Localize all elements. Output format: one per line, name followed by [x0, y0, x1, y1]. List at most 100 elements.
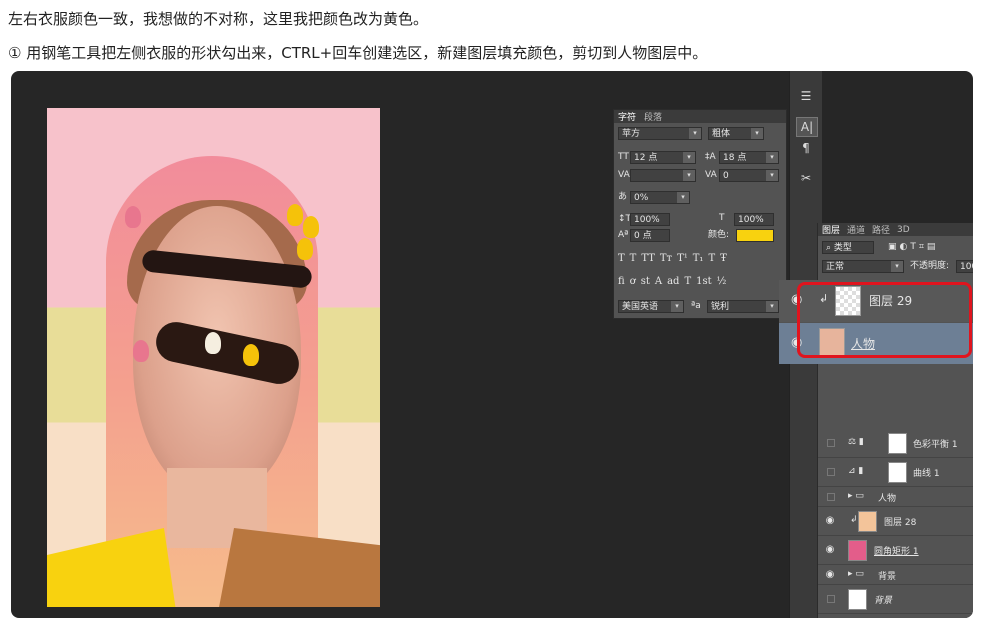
leading-value: 18 点 — [723, 153, 747, 163]
tab-channels[interactable]: 通道 — [847, 223, 865, 236]
fractions-button[interactable]: ½ — [717, 276, 727, 287]
proportional-spacing-select[interactable]: 0% ▾ — [630, 191, 690, 204]
visibility-toggle[interactable] — [827, 595, 835, 603]
kerning-icon: VA — [618, 170, 630, 180]
opacity-label: 不透明度: — [910, 261, 950, 271]
tab-layers[interactable]: 图层 — [822, 223, 840, 236]
proportional-spacing-icon: あ — [618, 192, 628, 202]
language-value: 美国英语 — [622, 302, 659, 312]
layer-row[interactable]: ◉ 圆角矩形 1 — [818, 536, 973, 565]
small-caps-button[interactable]: Tт — [660, 253, 672, 264]
visibility-toggle[interactable] — [827, 493, 835, 501]
blend-mode-select[interactable]: 正常 ▾ — [822, 260, 904, 273]
highlight-box — [797, 282, 972, 358]
baseline-shift-icon: Aª — [618, 230, 629, 240]
layer-thumbnail — [848, 540, 867, 561]
font-family-select[interactable]: 苹方 ▾ — [618, 127, 702, 140]
article-text-line-2: ① 用钢笔工具把左侧衣服的形状勾出来，CTRL+回车创建选区，新建图层填充颜色，… — [8, 44, 708, 62]
layer-row[interactable]: ◉ ↲ 图层 28 — [818, 507, 973, 536]
character-panel: 字符 段落 苹方 ▾ 粗体 ▾ TT 12 点 ▾ ‡A 18 点 ▾ VA ▾ VA … — [613, 109, 787, 319]
swash-button[interactable]: st — [641, 276, 650, 287]
chevron-down-icon: ▾ — [766, 301, 778, 312]
chevron-down-icon: ▾ — [677, 192, 689, 203]
proportional-spacing-value: 0% — [634, 193, 649, 203]
text-color-swatch[interactable] — [736, 229, 774, 242]
layer-name: 背景 — [878, 572, 897, 582]
photoshop-screenshot: ☰ A| ¶ ✂ 字符 段落 苹方 ▾ 粗体 ▾ TT 12 点 ▾ ‡A 18 点 ▾… — [11, 71, 973, 618]
layer-group-row[interactable]: ◉ ▸ ▭ 背景 — [818, 565, 973, 585]
search-icon: ⌕ — [826, 243, 832, 253]
chevron-down-icon: ▾ — [766, 170, 778, 181]
antialias-select[interactable]: 锐利 ▾ — [707, 300, 779, 313]
antialias-icon: ªa — [691, 301, 701, 311]
chevron-down-icon: ▾ — [689, 128, 701, 139]
leading-icon: ‡A — [705, 152, 716, 162]
character-icon[interactable]: A| — [796, 117, 818, 137]
character-panel-tabs: 字符 段落 — [614, 110, 786, 123]
layers-panel-tabs: 图层 通道 路径 3D — [818, 223, 973, 236]
vertical-scale-input[interactable]: 100% — [630, 213, 670, 226]
layer-row[interactable]: ⚖ ▮ 色彩平衡 1 — [818, 429, 973, 458]
document-canvas[interactable] — [47, 108, 380, 607]
blend-mode-value: 正常 — [826, 262, 845, 272]
tracking-icon: VA — [705, 170, 717, 180]
tab-character[interactable]: 字符 — [618, 110, 636, 123]
all-caps-button[interactable]: TT — [641, 253, 655, 264]
tulip-flower — [303, 216, 319, 238]
horizontal-scale-input[interactable]: 100% — [734, 213, 774, 226]
underline-button[interactable]: T — [708, 253, 715, 264]
subscript-button[interactable]: T₁ — [693, 253, 704, 264]
horizontal-scale-value: 100% — [738, 215, 764, 225]
baseline-shift-input[interactable]: 0 点 — [630, 229, 670, 242]
strikethrough-button[interactable]: Ŧ — [720, 253, 727, 264]
opacity-input[interactable]: 100% — [956, 260, 973, 273]
titling-button[interactable]: ad — [667, 276, 679, 287]
type-style-buttons: T T TT Tт T¹ T₁ T Ŧ — [618, 253, 727, 264]
tracking-select[interactable]: 0 ▾ — [719, 169, 779, 182]
ligatures-button[interactable]: fi — [618, 276, 625, 287]
ornaments-button[interactable]: T — [684, 276, 691, 287]
tab-3d[interactable]: 3D — [897, 225, 910, 235]
chevron-down-icon: ▾ — [891, 261, 903, 272]
paragraph-icon[interactable]: ¶ — [796, 139, 816, 157]
superscript-button[interactable]: T¹ — [677, 253, 688, 264]
font-size-select[interactable]: 12 点 ▾ — [630, 151, 696, 164]
layer-filter-value: 类型 — [833, 243, 852, 253]
layer-filter-icons[interactable]: ▣◐T⌗▤ — [888, 241, 938, 254]
layer-filter-select[interactable]: ⌕ 类型 — [822, 241, 874, 254]
discretionary-ligatures-button[interactable]: ơ — [630, 276, 636, 287]
tracking-value: 0 — [723, 171, 729, 181]
leading-select[interactable]: 18 点 ▾ — [719, 151, 779, 164]
faux-italic-button[interactable]: T — [630, 253, 637, 264]
ordinals-button[interactable]: 1st — [696, 276, 712, 287]
font-style-select[interactable]: 粗体 ▾ — [708, 127, 764, 140]
tab-paragraph[interactable]: 段落 — [644, 110, 662, 123]
layer-row[interactable]: 背景 — [818, 585, 973, 614]
layer-name: 图层 28 — [884, 518, 917, 528]
article-text-line-1: 左右衣服颜色一致，我想做的不对称，这里我把颜色改为黄色。 — [8, 10, 429, 28]
layer-thumbnail — [858, 511, 877, 532]
font-style-value: 粗体 — [712, 129, 731, 139]
layer-name: 色彩平衡 1 — [913, 440, 958, 450]
stylistic-alternates-button[interactable]: A — [655, 276, 662, 287]
tulip-flower — [205, 332, 221, 354]
kerning-select[interactable]: ▾ — [630, 169, 696, 182]
vertical-scale-value: 100% — [634, 215, 660, 225]
tab-paths[interactable]: 路径 — [872, 223, 890, 236]
opacity-value: 100% — [960, 262, 973, 272]
eye-icon[interactable]: ◉ — [824, 569, 836, 581]
layer-row[interactable]: ⊿ ▮ 曲线 1 — [818, 458, 973, 487]
visibility-toggle[interactable] — [827, 439, 835, 447]
faux-bold-button[interactable]: T — [618, 253, 625, 264]
eye-icon[interactable]: ◉ — [824, 515, 836, 527]
chevron-down-icon: ▾ — [751, 128, 763, 139]
brown-shirt-right — [217, 528, 380, 607]
eye-icon[interactable]: ◉ — [824, 544, 836, 556]
visibility-toggle[interactable] — [827, 468, 835, 476]
language-select[interactable]: 美国英语 ▾ — [618, 300, 684, 313]
tulip-flower — [133, 340, 149, 362]
tool-presets-icon[interactable]: ✂ — [796, 169, 816, 187]
layer-group-row[interactable]: ▸ ▭ 人物 — [818, 487, 973, 507]
layer-name: 圆角矩形 1 — [874, 547, 919, 557]
paragraph-styles-icon[interactable]: ☰ — [796, 87, 816, 105]
